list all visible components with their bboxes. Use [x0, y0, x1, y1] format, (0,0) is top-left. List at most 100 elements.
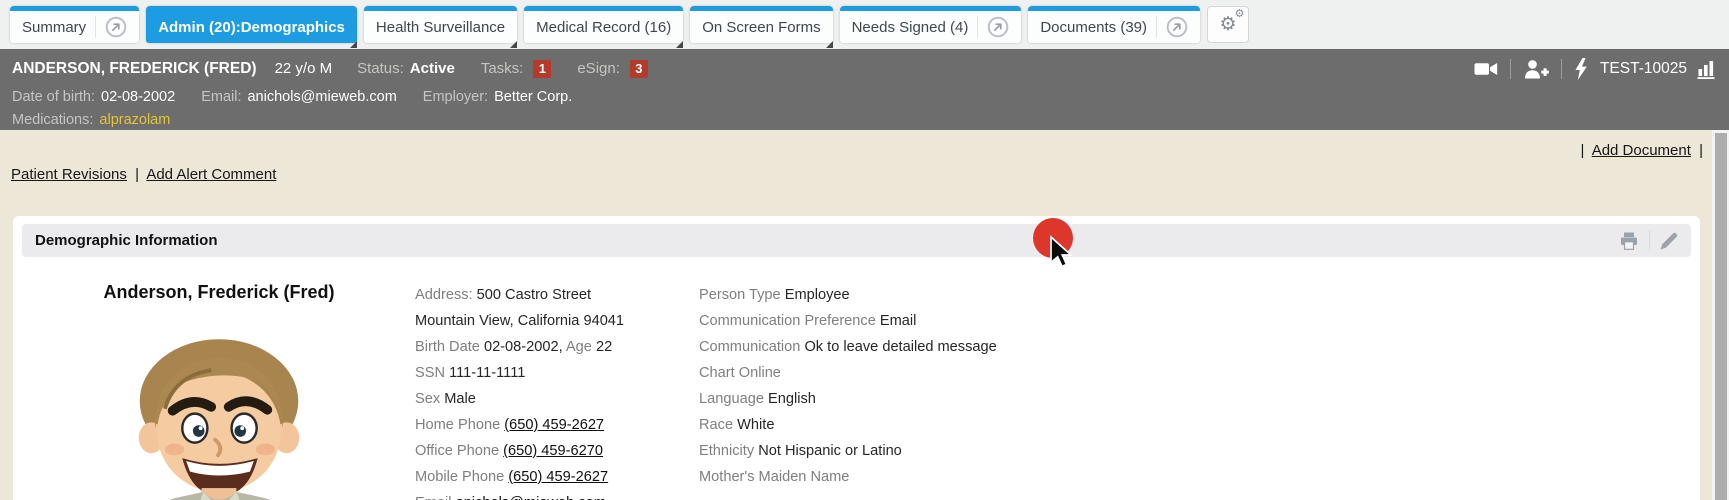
employer-value: Better Corp.	[494, 89, 572, 105]
field-label: Email	[415, 495, 452, 500]
patient-header-row2: Date of birth: 02-08-2002 Email: anichol…	[12, 85, 1717, 108]
status-value: Active	[410, 60, 455, 77]
divider	[1649, 230, 1650, 251]
tab-summary[interactable]: Summary	[10, 6, 139, 43]
field-value: White	[737, 417, 774, 433]
demographic-row: Communication Preference Email	[699, 308, 1700, 334]
field-label: Language	[699, 391, 764, 407]
patient-header-bar: ANDERSON, FREDERICK (FRED) 22 y/o M Stat…	[0, 49, 1729, 130]
field-value: 111-11-1111	[449, 365, 525, 381]
patient-revisions-link[interactable]: Patient Revisions	[11, 166, 127, 183]
demographic-row: Sex Male	[415, 386, 699, 412]
field-value: Ok to leave detailed message	[804, 339, 996, 355]
tab-label: Health Surveillance	[376, 19, 505, 36]
patient-display-name: Anderson, Frederick (Fred)	[23, 282, 415, 303]
demographic-row: Home Phone (650) 459-2627	[415, 412, 699, 438]
field-link[interactable]: anichols@mieweb.com	[456, 495, 606, 500]
demographics-right-column: Person Type Employee Communication Prefe…	[699, 282, 1700, 500]
field-label: Address:	[415, 287, 473, 303]
edit-pencil-icon[interactable]	[1660, 232, 1678, 250]
divider	[1561, 59, 1562, 79]
video-camera-icon[interactable]	[1474, 60, 1498, 78]
esign-label: eSign:	[577, 60, 620, 77]
tab-on-screen-forms[interactable]: On Screen Forms	[690, 6, 832, 43]
patient-name: ANDERSON, FREDERICK (FRED)	[12, 60, 257, 78]
patient-header-row3: Medications: alprazolam	[12, 108, 1717, 131]
demographic-row: Birth Date 02-08-2002, Age 22	[415, 334, 699, 360]
panel-header-actions	[1619, 230, 1678, 251]
tab-health-surveillance[interactable]: Health Surveillance	[364, 6, 517, 43]
field-label: Ethnicity	[699, 443, 754, 459]
field-label: Age	[566, 339, 592, 355]
field-label: Home Phone	[415, 417, 500, 433]
tab-label: Summary	[22, 19, 86, 36]
tab-label: Documents (39)	[1040, 19, 1147, 36]
demographic-panel-header: Demographic Information	[22, 224, 1691, 257]
field-value: Male	[444, 391, 476, 407]
vertical-scrollbar[interactable]	[1712, 130, 1729, 500]
tab-label: Needs Signed (4)	[852, 19, 969, 36]
field-label: Communication	[699, 339, 800, 355]
gears-icon: ⚙⚙	[1220, 15, 1237, 34]
demographic-row: Address: 500 Castro Street	[415, 282, 699, 308]
field-value: Not Hispanic or Latino	[758, 443, 902, 459]
tab-bar: Summary Admin (20):Demographics Health Su…	[0, 0, 1729, 49]
separator: |	[135, 166, 139, 183]
popout-icon[interactable]	[95, 16, 127, 38]
field-value: 500 Castro Street	[477, 287, 591, 303]
patient-identity-column: Anderson, Frederick (Fred)	[23, 282, 415, 500]
dob-value: 02-08-2002	[101, 89, 175, 105]
tab-label: Medical Record (16)	[536, 19, 671, 36]
add-alert-comment-link[interactable]: Add Alert Comment	[146, 166, 276, 183]
esign-badge[interactable]: 3	[630, 60, 648, 78]
medications-value[interactable]: alprazolam	[99, 112, 170, 128]
tab-fold-icon	[350, 41, 357, 48]
tab-medical-record-16[interactable]: Medical Record (16)	[524, 6, 683, 43]
lightning-bolt-icon[interactable]	[1574, 58, 1588, 80]
email-value: anichols@mieweb.com	[247, 89, 396, 105]
print-icon[interactable]	[1619, 232, 1639, 250]
scrollbar-thumb[interactable]	[1715, 133, 1727, 500]
demographic-row: Language English	[699, 386, 1700, 412]
tab-fold-icon	[510, 41, 517, 48]
demographic-row: Person Type Employee	[699, 282, 1700, 308]
divider	[1510, 59, 1511, 79]
add-document-link[interactable]: Add Document	[1592, 142, 1691, 159]
popout-icon[interactable]	[977, 16, 1009, 38]
add-document-row: | Add Document |	[1576, 142, 1707, 159]
field-link[interactable]: (650) 459-6270	[503, 443, 603, 459]
tab-fold-icon	[826, 41, 833, 48]
tab-label: Admin (20):Demographics	[158, 19, 345, 36]
separator: |	[1699, 142, 1703, 159]
demographic-panel: Demographic Information Anderson, Freder…	[13, 216, 1700, 500]
field-label: Race	[699, 417, 733, 433]
field-value: 02-08-2002,	[484, 339, 563, 355]
demographic-row: Office Phone (650) 459-6270	[415, 438, 699, 464]
field-link[interactable]: (650) 459-2627	[508, 469, 608, 485]
demographic-row: Race White	[699, 412, 1700, 438]
field-link[interactable]: (650) 459-2627	[504, 417, 604, 433]
field-label: Chart Online	[699, 365, 781, 381]
tab-fold-icon	[676, 41, 683, 48]
tasks-badge[interactable]: 1	[533, 60, 551, 78]
field-label: Office Phone	[415, 443, 499, 459]
field-value: 22	[596, 339, 612, 355]
growth-chart-icon[interactable]	[1697, 59, 1717, 79]
tab-documents-39[interactable]: Documents (39)	[1028, 6, 1200, 43]
field-label: Person Type	[699, 287, 781, 303]
patient-links-row: Patient Revisions | Add Alert Comment	[11, 166, 276, 183]
patient-age-sex: 22 y/o M	[275, 60, 333, 77]
field-label: Birth Date	[415, 339, 480, 355]
field-label: SSN	[415, 365, 445, 381]
tab-needs-signed-4[interactable]: Needs Signed (4)	[840, 6, 1022, 43]
field-value: Mountain View, California 94041	[415, 313, 624, 329]
tasks-label: Tasks:	[481, 60, 524, 77]
tab-admin-20-demographics[interactable]: Admin (20):Demographics	[146, 6, 357, 43]
add-person-icon[interactable]	[1523, 59, 1549, 79]
content-area: | Add Document | Patient Revisions | Add…	[0, 130, 1729, 500]
popout-icon[interactable]	[1156, 16, 1188, 38]
demographic-row: Mother's Maiden Name	[699, 464, 1700, 490]
field-label: Mother's Maiden Name	[699, 469, 849, 485]
settings-button[interactable]: ⚙⚙	[1207, 6, 1249, 43]
field-label: Communication Preference	[699, 313, 876, 329]
